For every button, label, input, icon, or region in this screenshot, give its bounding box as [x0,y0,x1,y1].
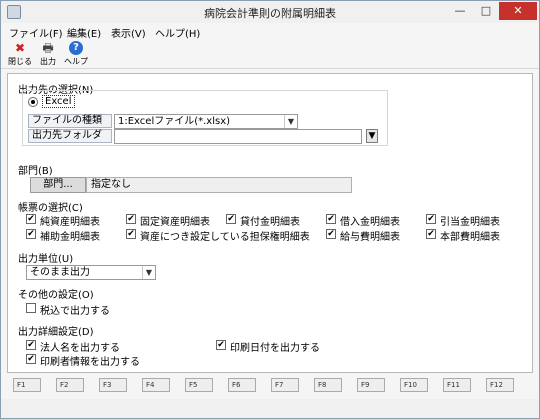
menu-file[interactable]: ファイル(F) [9,25,63,40]
tax-included-checkbox[interactable] [26,303,36,313]
report-label: 借入金明細表 [340,217,400,228]
toolbar: ✖ 閉じる 🖶 出力 ? ヘルプ [1,39,539,69]
report-checkbox[interactable]: ✔ [226,214,236,224]
corp-name-label: 法人名を出力する [40,343,120,354]
fkey-f9[interactable]: F9 [357,378,385,392]
settings-panel: 出力先の選択(N) Excel ファイルの種類 1:Excelファイル(*.xl… [7,73,533,373]
print-date-label: 印刷日付を出力する [230,343,320,354]
department-value: 指定なし [86,177,352,193]
menu-view[interactable]: 表示(V) [111,25,146,40]
file-type-select[interactable]: 1:Excelファイル(*.xlsx) ▼ [114,114,298,129]
menu-bar: ファイル(F) 編集(E) 表示(V) ヘルプ(H) [1,23,539,40]
tax-included-label: 税込で出力する [40,306,110,317]
file-type-value: 1:Excelファイル(*.xlsx) [118,116,231,127]
reports-title: 帳票の選択(C) [18,203,83,214]
output-button[interactable]: 🖶 出力 [35,41,61,69]
corp-name-checkbox[interactable]: ✔ [26,340,36,350]
print-date-checkbox[interactable]: ✔ [216,340,226,350]
report-label: 引当金明細表 [440,217,500,228]
printer-icon: 🖶 [42,41,54,55]
close-button-label: 閉じる [8,57,32,66]
output-unit-title: 出力単位(U) [18,254,74,265]
report-label: 資産につき設定している担保権明細表 [140,232,310,243]
maximize-button[interactable]: □ [473,2,499,20]
department-button[interactable]: 部門... [30,177,86,193]
chevron-down-icon: ▼ [142,266,155,279]
report-checkbox[interactable]: ✔ [26,214,36,224]
app-window: 病院会計準則の附属明細表 — □ ✕ ファイル(F) 編集(E) 表示(V) ヘ… [0,0,540,419]
output-unit-value: そのまま出力 [30,267,90,278]
excel-radio-label: Excel [42,95,75,108]
excel-radio[interactable] [28,97,38,107]
browse-folder-button[interactable]: ▼ [366,129,378,143]
printer-info-label: 印刷者情報を出力する [40,357,140,368]
function-key-bar: F1 F2 F3 F4 F5 F6 F7 F8 F9 F10 F11 F12 [7,378,533,394]
minimize-button[interactable]: — [447,2,473,20]
report-label: 補助金明細表 [40,232,100,243]
fkey-f6[interactable]: F6 [228,378,256,392]
menu-help[interactable]: ヘルプ(H) [155,25,200,40]
report-label: 貸付金明細表 [240,217,300,228]
menu-edit[interactable]: 編集(E) [67,25,101,40]
report-checkbox[interactable]: ✔ [326,214,336,224]
help-button[interactable]: ? ヘルプ [63,41,89,69]
report-checkbox[interactable]: ✔ [326,229,336,239]
detail-settings-title: 出力詳細設定(D) [18,327,94,338]
help-button-label: ヘルプ [64,57,88,66]
report-checkbox[interactable]: ✔ [426,214,436,224]
output-unit-select[interactable]: そのまま出力 ▼ [26,265,156,280]
fkey-f10[interactable]: F10 [400,378,428,392]
department-title: 部門(B) [18,166,53,177]
fkey-f5[interactable]: F5 [185,378,213,392]
fkey-f4[interactable]: F4 [142,378,170,392]
fkey-f2[interactable]: F2 [56,378,84,392]
fkey-f8[interactable]: F8 [314,378,342,392]
chevron-down-icon: ▼ [284,115,297,128]
status-bar [1,399,539,418]
output-button-label: 出力 [40,57,56,66]
printer-info-checkbox[interactable]: ✔ [26,354,36,364]
fkey-f12[interactable]: F12 [486,378,514,392]
help-icon: ? [69,41,83,55]
other-settings-title: その他の設定(O) [18,290,94,301]
report-checkbox[interactable]: ✔ [126,214,136,224]
file-type-label: ファイルの種類 [28,114,112,128]
close-button[interactable]: ✖ 閉じる [7,41,33,69]
report-label: 純資産明細表 [40,217,100,228]
report-label: 本部費明細表 [440,232,500,243]
fkey-f3[interactable]: F3 [99,378,127,392]
output-folder-label: 出力先フォルダ [28,129,112,143]
title-bar: 病院会計準則の附属明細表 — □ ✕ [1,1,539,23]
report-checkbox[interactable]: ✔ [26,229,36,239]
report-label: 給与費明細表 [340,232,400,243]
fkey-f11[interactable]: F11 [443,378,471,392]
report-label: 固定資産明細表 [140,217,210,228]
output-folder-input[interactable] [114,129,362,144]
fkey-f1[interactable]: F1 [13,378,41,392]
close-window-button[interactable]: ✕ [499,2,537,20]
close-icon: ✖ [14,41,26,55]
fkey-f7[interactable]: F7 [271,378,299,392]
report-checkbox[interactable]: ✔ [426,229,436,239]
report-checkbox[interactable]: ✔ [126,229,136,239]
